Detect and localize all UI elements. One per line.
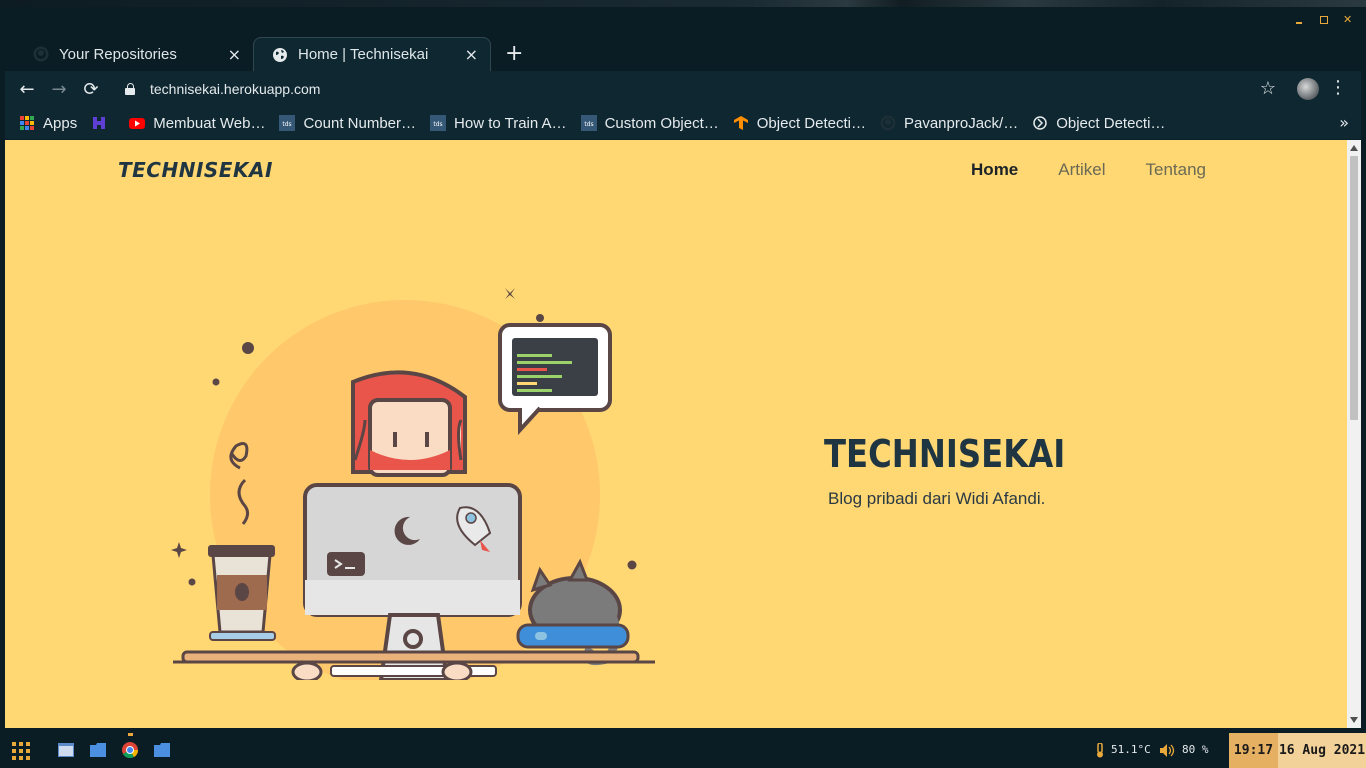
tab-strip: ✕ Your Repositories × Home | Technisekai… (5, 7, 1361, 71)
hackerrank-icon (93, 117, 106, 129)
nav-artikel[interactable]: Artikel (1058, 160, 1105, 180)
nav-home[interactable]: Home (971, 160, 1018, 180)
more-bookmarks-icon[interactable]: » (1339, 113, 1349, 132)
thermometer-icon (1097, 743, 1103, 758)
youtube-icon (129, 118, 146, 129)
bookmark-label: Object Detecti… (756, 114, 866, 132)
clock[interactable]: 19:17 (1229, 733, 1278, 768)
bookmark-label: Object Detecti… (1056, 114, 1166, 132)
file-manager-icon[interactable] (90, 743, 106, 757)
date[interactable]: 16 Aug 2021 (1278, 733, 1366, 768)
close-tab-icon[interactable]: × (465, 45, 478, 64)
bookmark-pavanprojack[interactable]: PavanproJack/… (880, 115, 1018, 132)
tab-title: Your Repositories (59, 45, 177, 63)
maximize-button[interactable] (1319, 15, 1329, 25)
bookmark-label: Apps (43, 114, 78, 132)
site-icon (1033, 116, 1047, 130)
tab-your-repositories[interactable]: Your Repositories × (15, 37, 253, 71)
window-list-icon[interactable] (58, 743, 74, 757)
scroll-down-arrow-icon[interactable] (1350, 717, 1358, 723)
temperature-readout: 51.1°C (1111, 743, 1151, 756)
taskbar: 51.1°C 80 % 19:17 16 Aug 2021 (0, 733, 1366, 768)
apps-grid-icon (20, 116, 34, 130)
back-button[interactable]: ← (11, 73, 43, 105)
browser-toolbar: ← → ⟳ technisekai.herokuapp.com ☆ ⋮ (5, 71, 1361, 107)
hero-subtitle: Blog pribadi dari Widi Afandi. (828, 489, 1046, 508)
desktop-background-strip (0, 0, 1366, 7)
hero-title: TECHNISEKAI (824, 432, 1066, 476)
close-tab-icon[interactable]: × (228, 45, 241, 64)
tab-home-technisekai[interactable]: Home | Technisekai × (253, 37, 491, 71)
volume-icon[interactable] (1160, 744, 1176, 757)
nav-tentang[interactable]: Tentang (1146, 160, 1207, 180)
profile-avatar[interactable] (1297, 78, 1319, 100)
bookmark-label: Count Number… (303, 114, 417, 132)
scroll-up-arrow-icon[interactable] (1350, 145, 1358, 151)
bookmark-membuat-web[interactable]: Membuat Web… (129, 115, 265, 132)
page-scrollbar[interactable] (1347, 140, 1361, 728)
new-tab-button[interactable]: + (505, 43, 523, 65)
bookmark-hackerrank[interactable] (91, 115, 115, 131)
reload-button[interactable]: ⟳ (75, 73, 107, 105)
tab-title: Home | Technisekai (298, 46, 429, 63)
hero-illustration (171, 288, 655, 680)
github-icon (33, 46, 49, 62)
tds-icon: tds (580, 115, 597, 131)
browser-window: ✕ Your Repositories × Home | Technisekai… (5, 7, 1361, 728)
active-indicator (128, 733, 133, 736)
svg-text:tds: tds (584, 121, 593, 128)
bookmark-custom-object[interactable]: tds Custom Object… (580, 114, 719, 132)
tds-icon: tds (279, 115, 296, 131)
globe-icon (273, 47, 287, 62)
chrome-icon[interactable] (122, 742, 138, 758)
tds-icon: tds (430, 115, 447, 131)
bookmark-label: Custom Object… (604, 114, 719, 132)
close-window-button[interactable]: ✕ (1343, 14, 1353, 25)
site-nav: Home Artikel Tentang (971, 160, 1206, 180)
bookmark-how-to-train[interactable]: tds How to Train A… (430, 115, 567, 132)
page-viewport: TECHNISEKAI Home Artikel Tentang TECHNIS… (5, 140, 1347, 728)
scroll-thumb[interactable] (1350, 156, 1358, 420)
url-text: technisekai.herokuapp.com (150, 81, 321, 97)
bookmark-star-icon[interactable]: ☆ (1260, 78, 1276, 99)
app-launcher-grid-icon[interactable] (12, 742, 30, 760)
bookmarks-bar: Apps Membuat Web… tds Count Number… tds … (5, 107, 1361, 139)
svg-text:tds: tds (433, 121, 442, 128)
github-icon (880, 115, 896, 131)
bookmark-object-detection-tf[interactable]: Object Detecti… (733, 115, 866, 132)
lock-icon (125, 83, 136, 95)
folder-icon[interactable] (154, 743, 170, 757)
menu-kebab-icon[interactable]: ⋮ (1329, 77, 1347, 98)
bookmark-count-number[interactable]: tds Count Number… (279, 115, 416, 132)
bookmark-label: PavanproJack/… (903, 114, 1019, 132)
svg-text:tds: tds (283, 121, 292, 128)
bookmark-object-detection[interactable]: Object Detecti… (1032, 115, 1165, 132)
site-logo[interactable]: TECHNISEKAI (118, 158, 273, 182)
minimize-button[interactable] (1295, 15, 1305, 25)
bookmark-label: Membuat Web… (153, 114, 266, 132)
volume-readout: 80 % (1182, 743, 1209, 756)
window-controls: ✕ (1295, 14, 1353, 25)
forward-button[interactable]: → (43, 73, 75, 105)
bookmark-label: How to Train A… (454, 114, 567, 132)
tensorflow-icon (733, 116, 748, 130)
address-bar[interactable]: technisekai.herokuapp.com (115, 75, 1265, 103)
bookmark-apps[interactable]: Apps (19, 115, 77, 132)
